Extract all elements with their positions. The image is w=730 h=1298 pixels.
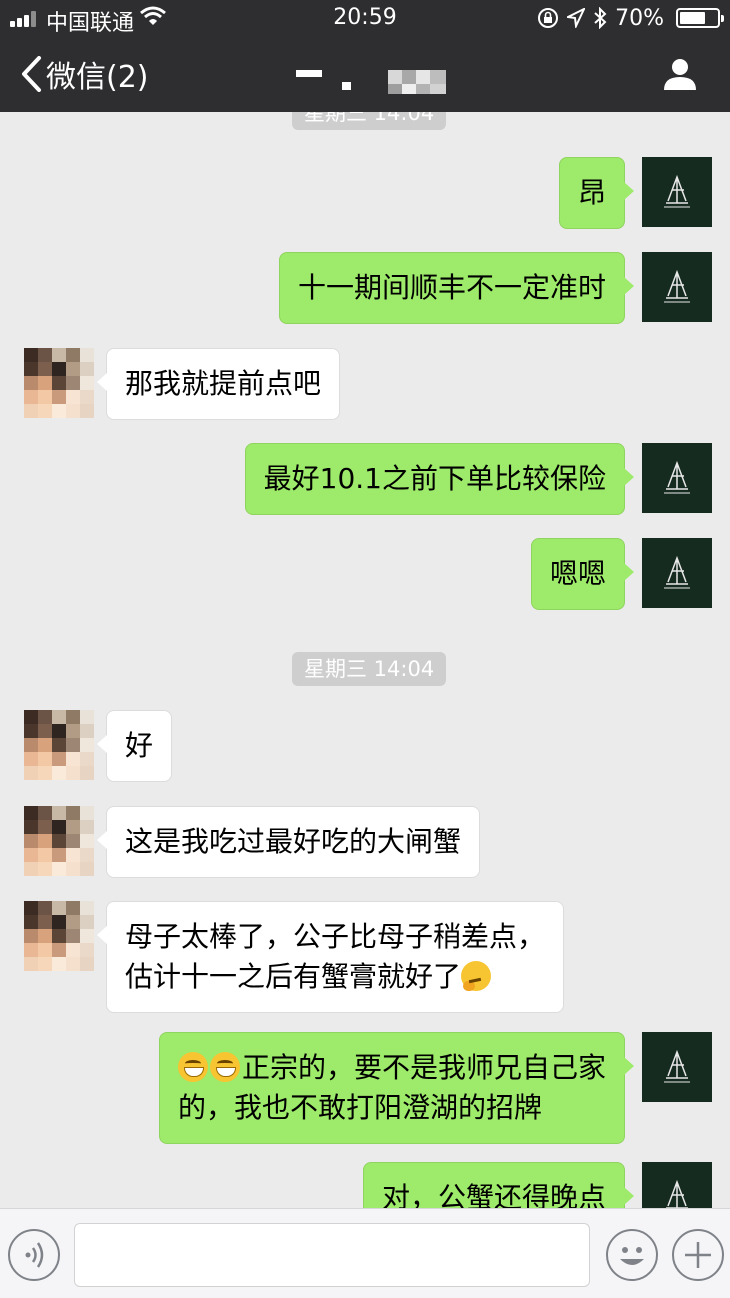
battery-icon: [676, 8, 724, 28]
brand-logo-icon: [664, 174, 690, 208]
message-bubble-sent[interactable]: 正宗的，要不是我师兄自己家 的，我也不敢打阳澄湖的招牌: [158, 1032, 635, 1144]
message-line: 母子太棒了，公子比母子稍差点，: [125, 920, 546, 953]
orientation-lock-icon: [538, 8, 559, 28]
battery-fill: [680, 12, 705, 24]
brand-logo-icon: [664, 1049, 690, 1083]
status-right: 70%: [537, 5, 724, 31]
message-text: 估计十一之后有蟹膏就好了: [125, 960, 462, 993]
chat-area: 星期三 14:04 昂 十一期间顺丰不一定准时 那我就提前点吧 最好10.1之前…: [0, 112, 730, 1208]
message-line: 的，我也不敢打阳澄湖的招牌: [177, 1091, 542, 1124]
contact-avatar[interactable]: [24, 348, 94, 418]
my-avatar[interactable]: [642, 443, 712, 513]
message-bubble-received[interactable]: 好: [96, 710, 173, 782]
message-bubble-received[interactable]: 这是我吃过最好吃的大闸蟹: [96, 806, 481, 878]
battery-percent: 70%: [615, 5, 664, 31]
grinning-face-emoji: [177, 1052, 208, 1082]
message-bubble-sent[interactable]: 昂: [558, 157, 635, 229]
message-line: 正宗的，要不是我师兄自己家: [177, 1048, 606, 1088]
brand-logo-icon: [666, 1179, 688, 1208]
input-bar: [0, 1208, 730, 1298]
nav-bar: 微信(2): [0, 38, 730, 112]
contact-avatar[interactable]: [24, 710, 94, 780]
location-icon: [567, 8, 586, 28]
message-input[interactable]: [74, 1223, 590, 1287]
emoji-icon: [620, 1247, 644, 1265]
voice-icon: [25, 1242, 44, 1268]
message-bubble-received[interactable]: 母子太棒了，公子比母子稍差点， 估计十一之后有蟹膏就好了: [96, 901, 565, 1013]
back-button[interactable]: 微信(2): [20, 54, 149, 95]
message-bubble-sent[interactable]: 对，公蟹还得晚点: [362, 1162, 635, 1208]
message-bubble-sent[interactable]: 十一期间顺丰不一定准时: [278, 252, 635, 324]
chevron-left-icon: [22, 56, 41, 92]
status-bar: 中国联通 20:59 70%: [0, 0, 730, 38]
person-icon[interactable]: [662, 56, 698, 92]
my-avatar[interactable]: [642, 1032, 712, 1102]
my-avatar[interactable]: [642, 252, 712, 322]
contact-avatar[interactable]: [24, 901, 94, 971]
back-label: 微信(2): [46, 60, 149, 95]
voice-button[interactable]: [8, 1229, 60, 1281]
time-divider: 星期三 14:04: [292, 112, 447, 130]
brand-logo-icon: [664, 555, 690, 589]
message-bubble-sent[interactable]: 嗯嗯: [530, 538, 635, 610]
thinking-face-emoji: [461, 961, 492, 991]
my-avatar[interactable]: [642, 538, 712, 608]
message-line: 估计十一之后有蟹膏就好了: [125, 957, 545, 997]
contact-avatar[interactable]: [24, 806, 94, 876]
grinning-face-emoji: [209, 1052, 240, 1082]
my-avatar[interactable]: [642, 1162, 712, 1208]
plus-icon: [685, 1242, 711, 1268]
time-divider: 星期三 14:04: [292, 652, 447, 686]
top-bar: 中国联通 20:59 70% 微信(2): [0, 0, 730, 112]
emoji-button[interactable]: [606, 1229, 658, 1281]
message-bubble-sent[interactable]: 最好10.1之前下单比较保险: [244, 443, 635, 515]
brand-logo-icon: [664, 269, 690, 303]
message-bubble-received[interactable]: 那我就提前点吧: [96, 348, 341, 420]
more-button[interactable]: [672, 1229, 724, 1281]
my-avatar[interactable]: [642, 157, 712, 227]
brand-logo-icon: [664, 460, 690, 494]
bluetooth-icon: [594, 7, 607, 29]
message-text: 正宗的，要不是我师兄自己家: [241, 1051, 606, 1084]
chat-title-redacted: [290, 62, 460, 94]
